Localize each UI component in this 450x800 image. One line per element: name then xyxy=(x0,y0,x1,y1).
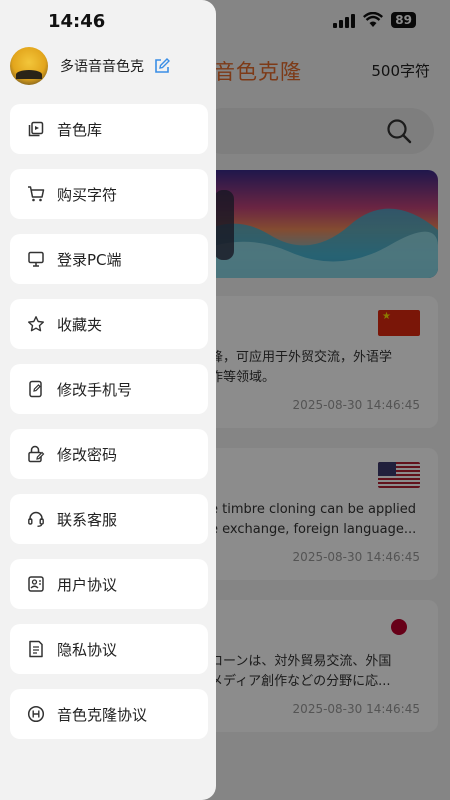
headset-icon xyxy=(28,511,44,527)
menu-item-label: 用户协议 xyxy=(57,575,118,594)
menu-item-label: 修改手机号 xyxy=(57,380,133,399)
menu-item-favorites[interactable]: 收藏夹 xyxy=(10,299,208,349)
phone-edit-icon xyxy=(29,380,42,398)
menu-item-pc-login[interactable]: 登录PC端 xyxy=(10,234,208,284)
menu-item-label: 联系客服 xyxy=(57,510,118,529)
menu-item-label: 修改密码 xyxy=(57,445,118,464)
privacy-doc-icon xyxy=(29,640,43,658)
star-icon xyxy=(28,316,44,332)
menu-item-user-agreement[interactable]: 用户协议 xyxy=(10,559,208,609)
menu-item-voice-library[interactable]: 音色库 xyxy=(10,104,208,154)
menu-item-label: 登录PC端 xyxy=(57,250,122,269)
monitor-icon xyxy=(28,251,44,267)
menu-item-privacy-policy[interactable]: 隐私协议 xyxy=(10,624,208,674)
menu-item-label: 音色克隆协议 xyxy=(57,705,148,724)
menu-item-change-phone[interactable]: 修改手机号 xyxy=(10,364,208,414)
menu-item-label: 收藏夹 xyxy=(57,315,103,334)
avatar[interactable] xyxy=(10,47,48,85)
menu-item-label: 音色库 xyxy=(57,120,103,139)
lock-edit-icon xyxy=(28,445,45,463)
clone-agreement-icon xyxy=(27,705,45,723)
menu-item-buy-characters[interactable]: 购买字符 xyxy=(10,169,208,219)
menu-item-label: 购买字符 xyxy=(57,185,118,204)
edit-icon[interactable] xyxy=(154,58,170,74)
side-drawer: 14:46 多语音音色克 音色库 购买字符 登录PC端 收藏夹 修改手机号 修改… xyxy=(0,0,216,800)
menu-item-label: 隐私协议 xyxy=(57,640,118,659)
voice-library-icon xyxy=(28,121,44,137)
menu-item-change-password[interactable]: 修改密码 xyxy=(10,429,208,479)
user-agreement-icon xyxy=(28,576,44,592)
drawer-menu: 音色库 购买字符 登录PC端 收藏夹 修改手机号 修改密码 联系客服 用户协议 … xyxy=(10,104,208,754)
status-time: 14:46 xyxy=(48,11,106,32)
menu-item-clone-agreement[interactable]: 音色克隆协议 xyxy=(10,689,208,739)
menu-item-customer-service[interactable]: 联系客服 xyxy=(10,494,208,544)
profile-header[interactable]: 多语音音色克 xyxy=(10,46,210,86)
cart-icon xyxy=(28,186,45,202)
profile-name: 多语音音色克 xyxy=(60,59,144,75)
